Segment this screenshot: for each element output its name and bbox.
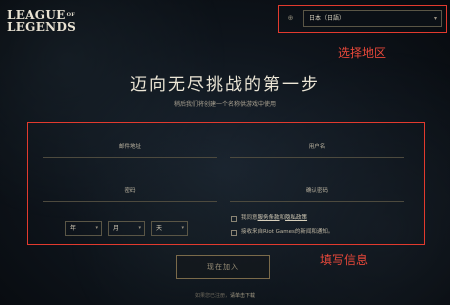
password-field[interactable]: 密码: [43, 186, 217, 202]
region-select[interactable]: 日本（日語） ▾: [303, 10, 442, 27]
birth-day-select[interactable]: 天 ▾: [151, 221, 188, 236]
newsletter-row: 接收来自Riot Games的新闻和通知。: [231, 229, 333, 237]
form-annotation-label: 填写信息: [320, 253, 369, 267]
globe-icon: ⊕: [287, 14, 294, 22]
region-select-value: 日本（日語）: [309, 15, 346, 22]
terms-row: 我同意服务条款和隐私政策: [231, 215, 307, 223]
chevron-down-icon: ▾: [433, 15, 437, 22]
join-now-button[interactable]: 现在加入: [176, 255, 270, 279]
confirm-password-field[interactable]: 确认密码: [230, 186, 404, 202]
chevron-down-icon: ▾: [95, 225, 98, 231]
page-subtitle: 稍后我们将创建一个名称供游戏中使用: [173, 101, 276, 108]
birth-month-select[interactable]: 月 ▾: [108, 221, 145, 236]
region-annotation-label: 选择地区: [338, 46, 387, 60]
terms-checkbox[interactable]: [231, 215, 237, 222]
footer: 如果您已注册，请单击下载: [194, 293, 256, 299]
download-link[interactable]: 请单击下载: [230, 293, 255, 299]
privacy-link[interactable]: 隐私政策: [285, 215, 307, 221]
chevron-down-icon: ▾: [181, 225, 184, 231]
email-field[interactable]: 邮件地址: [43, 142, 217, 158]
birth-year-select[interactable]: 年 ▾: [65, 221, 102, 236]
username-field[interactable]: 用户名: [230, 142, 404, 158]
newsletter-checkbox[interactable]: [231, 229, 237, 236]
chevron-down-icon: ▾: [138, 225, 141, 231]
logo: LEAGUEOF LEGENDS: [7, 8, 77, 34]
terms-link[interactable]: 服务条款: [258, 215, 280, 221]
page-title: 迈向无尽挑战的第一步: [130, 75, 320, 95]
